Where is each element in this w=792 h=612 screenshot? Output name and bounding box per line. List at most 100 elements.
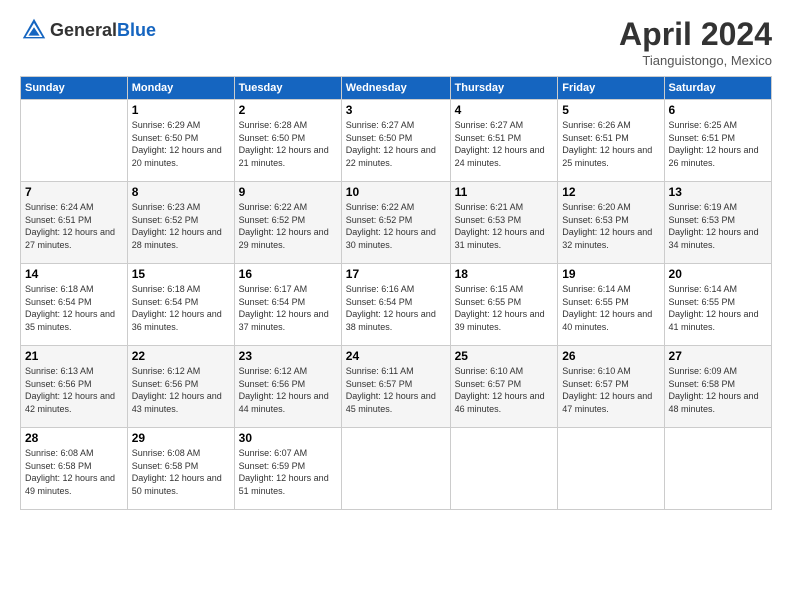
day-number: 23 — [239, 349, 337, 363]
day-number: 27 — [669, 349, 767, 363]
week-row-1: 1 Sunrise: 6:29 AMSunset: 6:50 PMDaylight… — [21, 100, 772, 182]
calendar-cell: 9 Sunrise: 6:22 AMSunset: 6:52 PMDaylight… — [234, 182, 341, 264]
day-number: 3 — [346, 103, 446, 117]
day-number: 9 — [239, 185, 337, 199]
day-number: 13 — [669, 185, 767, 199]
calendar-cell: 26Sunrise: 6:10 AMSunset: 6:57 PMDayligh… — [558, 346, 664, 428]
day-header-tuesday: Tuesday — [234, 77, 341, 100]
day-info: Sunrise: 6:28 AMSunset: 6:50 PMDaylight:… — [239, 119, 337, 169]
calendar-cell: 16 Sunrise: 6:17 AMSunset: 6:54 PMDayligh… — [234, 264, 341, 346]
day-number: 7 — [25, 185, 123, 199]
calendar-cell: 10Sunrise: 6:22 AMSunset: 6:52 PMDayligh… — [341, 182, 450, 264]
calendar-cell: 23 Sunrise: 6:12 AMSunset: 6:56 PMDayligh… — [234, 346, 341, 428]
day-info: Sunrise: 6:16 AMSunset: 6:54 PMDaylight:… — [346, 283, 446, 333]
day-number: 29 — [132, 431, 230, 445]
month-title: April 2024 — [619, 16, 772, 53]
day-number: 12 — [562, 185, 659, 199]
logo-icon — [20, 16, 48, 44]
week-row-4: 21 Sunrise: 6:13 AMSunset: 6:56 PMDayligh… — [21, 346, 772, 428]
day-header-sunday: Sunday — [21, 77, 128, 100]
day-number: 6 — [669, 103, 767, 117]
calendar-cell: 11 Sunrise: 6:21 AMSunset: 6:53 PMDayligh… — [450, 182, 558, 264]
calendar-cell: 8 Sunrise: 6:23 AMSunset: 6:52 PMDaylight… — [127, 182, 234, 264]
day-number: 20 — [669, 267, 767, 281]
day-info: Sunrise: 6:20 AMSunset: 6:53 PMDaylight:… — [562, 201, 659, 251]
calendar-cell: 21 Sunrise: 6:13 AMSunset: 6:56 PMDayligh… — [21, 346, 128, 428]
calendar-cell: 19 Sunrise: 6:14 AMSunset: 6:55 PMDayligh… — [558, 264, 664, 346]
calendar-cell: 12 Sunrise: 6:20 AMSunset: 6:53 PMDayligh… — [558, 182, 664, 264]
calendar-cell: 30 Sunrise: 6:07 AMSunset: 6:59 PMDayligh… — [234, 428, 341, 510]
day-info: Sunrise: 6:12 AMSunset: 6:56 PMDaylight:… — [132, 365, 230, 415]
day-info: Sunrise: 6:13 AMSunset: 6:56 PMDaylight:… — [25, 365, 123, 415]
day-info: Sunrise: 6:17 AMSunset: 6:54 PMDaylight:… — [239, 283, 337, 333]
calendar-cell: 22 Sunrise: 6:12 AMSunset: 6:56 PMDayligh… — [127, 346, 234, 428]
day-info: Sunrise: 6:26 AMSunset: 6:51 PMDaylight:… — [562, 119, 659, 169]
page: GeneralBlue April 2024 Tianguistongo, Me… — [0, 0, 792, 526]
calendar-cell — [21, 100, 128, 182]
day-info: Sunrise: 6:21 AMSunset: 6:53 PMDaylight:… — [455, 201, 554, 251]
day-info: Sunrise: 6:27 AMSunset: 6:50 PMDaylight:… — [346, 119, 446, 169]
calendar-cell: 17Sunrise: 6:16 AMSunset: 6:54 PMDayligh… — [341, 264, 450, 346]
day-info: Sunrise: 6:10 AMSunset: 6:57 PMDaylight:… — [455, 365, 554, 415]
day-info: Sunrise: 6:15 AMSunset: 6:55 PMDaylight:… — [455, 283, 554, 333]
calendar-cell: 27 Sunrise: 6:09 AMSunset: 6:58 PMDayligh… — [664, 346, 771, 428]
day-header-saturday: Saturday — [664, 77, 771, 100]
day-header-wednesday: Wednesday — [341, 77, 450, 100]
day-header-friday: Friday — [558, 77, 664, 100]
calendar-cell: 6 Sunrise: 6:25 AMSunset: 6:51 PMDaylight… — [664, 100, 771, 182]
day-info: Sunrise: 6:25 AMSunset: 6:51 PMDaylight:… — [669, 119, 767, 169]
calendar-cell — [450, 428, 558, 510]
day-info: Sunrise: 6:29 AMSunset: 6:50 PMDaylight:… — [132, 119, 230, 169]
calendar-cell: 25 Sunrise: 6:10 AMSunset: 6:57 PMDayligh… — [450, 346, 558, 428]
title-block: April 2024 Tianguistongo, Mexico — [619, 16, 772, 68]
week-row-2: 7 Sunrise: 6:24 AMSunset: 6:51 PMDaylight… — [21, 182, 772, 264]
day-number: 11 — [455, 185, 554, 199]
day-number: 14 — [25, 267, 123, 281]
calendar-cell — [558, 428, 664, 510]
calendar-cell: 5Sunrise: 6:26 AMSunset: 6:51 PMDaylight… — [558, 100, 664, 182]
calendar-cell: 1 Sunrise: 6:29 AMSunset: 6:50 PMDaylight… — [127, 100, 234, 182]
day-header-monday: Monday — [127, 77, 234, 100]
day-info: Sunrise: 6:07 AMSunset: 6:59 PMDaylight:… — [239, 447, 337, 497]
calendar-cell: 13Sunrise: 6:19 AMSunset: 6:53 PMDayligh… — [664, 182, 771, 264]
logo-text: GeneralBlue — [50, 20, 156, 41]
day-number: 15 — [132, 267, 230, 281]
day-number: 2 — [239, 103, 337, 117]
calendar-cell: 4 Sunrise: 6:27 AMSunset: 6:51 PMDaylight… — [450, 100, 558, 182]
location: Tianguistongo, Mexico — [619, 53, 772, 68]
day-number: 24 — [346, 349, 446, 363]
day-number: 21 — [25, 349, 123, 363]
calendar-cell: 14Sunrise: 6:18 AMSunset: 6:54 PMDayligh… — [21, 264, 128, 346]
day-number: 18 — [455, 267, 554, 281]
day-info: Sunrise: 6:08 AMSunset: 6:58 PMDaylight:… — [132, 447, 230, 497]
day-info: Sunrise: 6:22 AMSunset: 6:52 PMDaylight:… — [239, 201, 337, 251]
day-number: 8 — [132, 185, 230, 199]
calendar-cell: 24 Sunrise: 6:11 AMSunset: 6:57 PMDayligh… — [341, 346, 450, 428]
week-row-3: 14Sunrise: 6:18 AMSunset: 6:54 PMDayligh… — [21, 264, 772, 346]
calendar-cell: 15Sunrise: 6:18 AMSunset: 6:54 PMDayligh… — [127, 264, 234, 346]
calendar-cell — [664, 428, 771, 510]
day-info: Sunrise: 6:11 AMSunset: 6:57 PMDaylight:… — [346, 365, 446, 415]
calendar-cell: 29 Sunrise: 6:08 AMSunset: 6:58 PMDayligh… — [127, 428, 234, 510]
header-row: SundayMondayTuesdayWednesdayThursdayFrid… — [21, 77, 772, 100]
day-info: Sunrise: 6:08 AMSunset: 6:58 PMDaylight:… — [25, 447, 123, 497]
day-number: 28 — [25, 431, 123, 445]
day-number: 30 — [239, 431, 337, 445]
day-number: 4 — [455, 103, 554, 117]
day-info: Sunrise: 6:10 AMSunset: 6:57 PMDaylight:… — [562, 365, 659, 415]
day-info: Sunrise: 6:23 AMSunset: 6:52 PMDaylight:… — [132, 201, 230, 251]
day-info: Sunrise: 6:22 AMSunset: 6:52 PMDaylight:… — [346, 201, 446, 251]
day-info: Sunrise: 6:12 AMSunset: 6:56 PMDaylight:… — [239, 365, 337, 415]
day-number: 25 — [455, 349, 554, 363]
day-number: 22 — [132, 349, 230, 363]
day-number: 16 — [239, 267, 337, 281]
week-row-5: 28 Sunrise: 6:08 AMSunset: 6:58 PMDayligh… — [21, 428, 772, 510]
calendar-cell: 2 Sunrise: 6:28 AMSunset: 6:50 PMDaylight… — [234, 100, 341, 182]
day-info: Sunrise: 6:24 AMSunset: 6:51 PMDaylight:… — [25, 201, 123, 251]
day-info: Sunrise: 6:09 AMSunset: 6:58 PMDaylight:… — [669, 365, 767, 415]
day-info: Sunrise: 6:14 AMSunset: 6:55 PMDaylight:… — [562, 283, 659, 333]
day-info: Sunrise: 6:27 AMSunset: 6:51 PMDaylight:… — [455, 119, 554, 169]
day-number: 1 — [132, 103, 230, 117]
header: GeneralBlue April 2024 Tianguistongo, Me… — [20, 16, 772, 68]
day-number: 19 — [562, 267, 659, 281]
